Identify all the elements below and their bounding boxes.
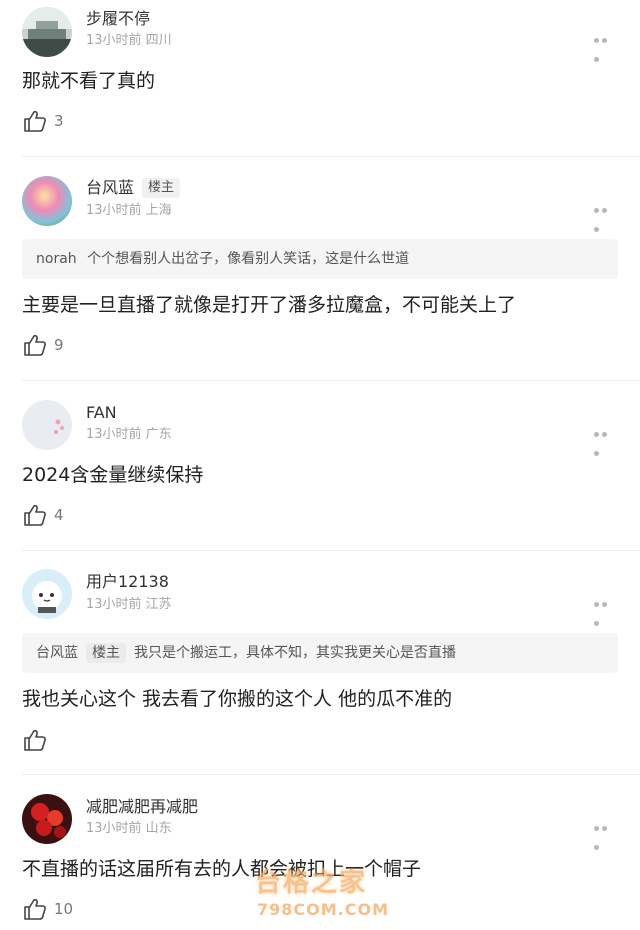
comment-text: 那就不看了真的 (22, 70, 156, 92)
comment-text: 我也关心这个 我去看了你搬的这个人 他的瓜不准的 (22, 688, 453, 710)
comment-meta: 13小时前 山东 (86, 821, 172, 836)
quote-author: norah (36, 251, 77, 267)
like-count: 4 (54, 506, 64, 524)
username-text: 台风蓝 (86, 178, 135, 197)
quote-text: 个个想看别人出岔子，像看别人笑话，这是什么世道 (87, 251, 410, 267)
like-button[interactable]: 10 (22, 896, 73, 922)
op-badge: 楼主 (142, 178, 181, 198)
quoted-reply[interactable]: 台风蓝 楼主 我只是个搬运工，具体不知，其实我更关心是否直播 (22, 633, 618, 673)
thumbs-up-icon (24, 898, 46, 920)
username[interactable]: 减肥减肥再减肥 (86, 797, 198, 817)
like-count: 10 (54, 900, 74, 918)
avatar[interactable] (22, 794, 72, 844)
avatar[interactable] (22, 569, 72, 619)
thumbs-up-icon (24, 729, 46, 751)
site-watermark: 台格之家 798COM.COM (255, 862, 405, 924)
divider (22, 550, 640, 551)
avatar-image (22, 176, 72, 226)
like-button[interactable] (22, 727, 54, 753)
username-text: 用户12138 (86, 572, 169, 591)
comment-text: 主要是一旦直播了就像是打开了潘多拉魔盒，不可能关上了 (22, 294, 517, 316)
more-options-icon[interactable] (594, 28, 616, 62)
avatar-image (22, 7, 72, 57)
thumbs-up-icon (24, 334, 46, 356)
quote-text: 我只是个搬运工，具体不知，其实我更关心是否直播 (134, 645, 456, 661)
thumbs-up-icon (24, 110, 46, 132)
avatar[interactable] (22, 400, 72, 450)
comment-meta: 13小时前 四川 (86, 33, 172, 48)
username-text: FAN (86, 403, 117, 422)
comment-meta: 13小时前 上海 (86, 203, 172, 218)
username[interactable]: FAN (86, 403, 117, 423)
avatar-image (22, 569, 72, 619)
more-options-icon[interactable] (594, 422, 616, 456)
op-badge: 楼主 (86, 643, 126, 663)
more-options-icon[interactable] (594, 592, 616, 626)
quote-author: 台风蓝 (36, 645, 78, 661)
more-options-icon[interactable] (594, 198, 616, 232)
watermark-url: 798COM.COM (257, 900, 390, 919)
divider (22, 774, 640, 775)
more-options-icon[interactable] (594, 816, 616, 850)
avatar-image (22, 794, 72, 844)
watermark-title: 台格之家 (255, 868, 368, 898)
like-button[interactable]: 3 (22, 108, 64, 134)
thumbs-up-icon (24, 504, 46, 526)
comment-text: 2024含金量继续保持 (22, 464, 204, 486)
like-button[interactable]: 9 (22, 332, 64, 358)
like-button[interactable]: 4 (22, 502, 64, 528)
avatar[interactable] (22, 176, 72, 226)
avatar[interactable] (22, 7, 72, 57)
quoted-reply[interactable]: norah 个个想看别人出岔子，像看别人笑话，这是什么世道 (22, 239, 618, 279)
username-text: 减肥减肥再减肥 (86, 797, 199, 816)
comment-meta: 13小时前 江苏 (86, 597, 172, 612)
like-count: 9 (54, 336, 64, 354)
username-text: 步履不停 (86, 9, 151, 28)
username[interactable]: 步履不停 (86, 9, 150, 29)
divider (22, 156, 640, 157)
divider (22, 380, 640, 381)
like-count: 3 (54, 112, 64, 130)
username[interactable]: 用户12138 (86, 572, 169, 592)
username[interactable]: 台风蓝 楼主 (86, 178, 181, 198)
avatar-image (22, 400, 72, 450)
comment-meta: 13小时前 广东 (86, 427, 172, 442)
